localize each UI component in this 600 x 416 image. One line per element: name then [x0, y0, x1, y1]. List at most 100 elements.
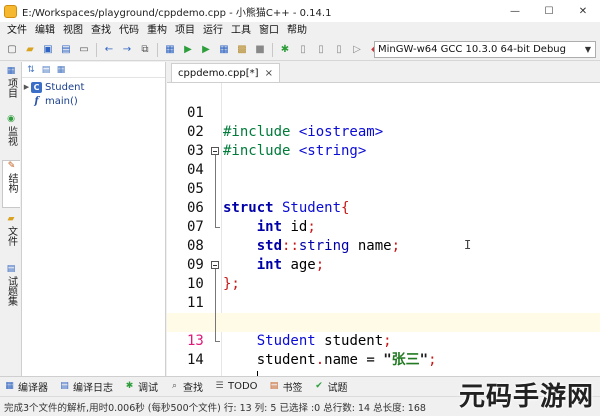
minimize-button[interactable]: — [498, 0, 532, 22]
debug-icon[interactable]: ✱ [278, 43, 292, 57]
code-line: 02 #include <string> [167, 104, 600, 159]
problem-set-icon: ▤ [6, 264, 16, 274]
fold-guide [211, 275, 219, 294]
tab-compile-log[interactable]: ▤ 编译日志 [59, 379, 113, 394]
fold-end [211, 332, 220, 351]
tab-watch[interactable]: ◉ 监视 [2, 114, 20, 154]
class-icon: C [31, 81, 42, 93]
app-logo-icon [4, 4, 17, 18]
code-line: 11 Student student; [167, 275, 600, 349]
menu-view[interactable]: 视图 [59, 22, 87, 39]
tree-item-label: Student [45, 81, 85, 93]
compiler-icon: ▦ [5, 381, 14, 391]
back-arrow-icon[interactable]: ← [102, 43, 116, 57]
left-side-tabs: ▦ 项目 ◉ 监视 ✎ 结构 ▰ 文件 ▤ 试题集 [0, 62, 22, 376]
toolbar-divider [157, 42, 158, 57]
status-text: 完成3个文件的解析,用时0.006秒 (每秒500个文件) 行: 13 列: 5… [4, 402, 426, 414]
tab-project-label: 项目 [5, 78, 17, 98]
menu-code[interactable]: 代码 [115, 22, 143, 39]
menu-help[interactable]: 帮助 [283, 22, 311, 39]
menu-tools[interactable]: 工具 [227, 22, 255, 39]
tab-label: 调试 [138, 383, 158, 394]
menu-run[interactable]: 运行 [199, 22, 227, 39]
tree-item-label: main() [45, 95, 78, 107]
tab-cppdemo[interactable]: cppdemo.cpp[*] × [171, 63, 280, 82]
fold-toggle-icon[interactable] [211, 142, 219, 161]
menu-refactor[interactable]: 重构 [143, 22, 171, 39]
toolbar-divider [272, 42, 273, 57]
step-out-icon[interactable]: ▯ [332, 43, 346, 57]
maximize-button[interactable]: ☐ [532, 0, 566, 22]
watermark-logo: 元码手游网 [458, 382, 594, 412]
tab-structure[interactable]: ✎ 结构 [2, 160, 20, 208]
new-file-icon[interactable]: ▢ [5, 43, 19, 57]
fold-guide [211, 180, 219, 199]
function-icon: f [34, 95, 39, 107]
compiler-select[interactable]: MinGW-w64 GCC 10.3.0 64-bit Debug ▼ [374, 41, 596, 58]
tab-project[interactable]: ▦ 项目 [2, 66, 20, 106]
menu-edit[interactable]: 编辑 [31, 22, 59, 39]
tab-search[interactable]: ⌕ 查找 [169, 379, 203, 394]
tab-label: 查找 [183, 383, 203, 394]
continue-icon[interactable]: ▷ [350, 43, 364, 57]
code-line: 10 int main() { [167, 256, 600, 330]
tab-label: 编译器 [18, 383, 48, 394]
editor-area: cppdemo.cpp[*] × 01 #include <iostream> … [167, 62, 600, 406]
save-icon[interactable]: ▣ [41, 43, 55, 57]
print-icon[interactable]: ▭ [77, 43, 91, 57]
compile-run-icon[interactable]: ▶ [199, 43, 213, 57]
code-text: student.name = "张三"; [256, 352, 437, 368]
show-inherited-icon[interactable]: ▦ [55, 64, 67, 76]
tab-problem-set[interactable]: ▤ 试题集 [2, 264, 20, 324]
code-line: 14 } [167, 332, 600, 406]
search-icon: ⌕ [171, 381, 178, 391]
compiler-select-value: MinGW-w64 GCC 10.3.0 64-bit Debug [378, 44, 566, 55]
code-line: 09 [167, 237, 600, 273]
editor-tab-bar: cppdemo.cpp[*] × [167, 62, 600, 83]
stop-icon[interactable]: ■ [253, 43, 267, 57]
tab-compiler[interactable]: ▦ 编译器 [4, 379, 48, 394]
forward-arrow-icon[interactable]: → [120, 43, 134, 57]
copy-icon[interactable]: ⧉ [138, 43, 152, 57]
rebuild-icon[interactable]: ▦ [217, 43, 231, 57]
tab-todo[interactable]: ☰ TODO [214, 381, 258, 392]
step-into-icon[interactable]: ▯ [314, 43, 328, 57]
open-folder-icon[interactable]: ▰ [23, 43, 37, 57]
step-over-icon[interactable]: ▯ [296, 43, 310, 57]
window-title: E:/Workspaces/playground/cppdemo.cpp - 小… [22, 7, 332, 19]
clean-icon[interactable]: ▩ [235, 43, 249, 57]
project-icon: ▦ [6, 66, 16, 76]
tab-label: TODO [228, 381, 258, 392]
menu-project[interactable]: 项目 [171, 22, 199, 39]
bookmark-icon: ▤ [269, 381, 279, 391]
save-all-icon[interactable]: ▤ [59, 43, 73, 57]
tab-files[interactable]: ▰ 文件 [2, 214, 20, 258]
line-number: 14 [187, 352, 204, 368]
close-button[interactable]: ✕ [566, 0, 600, 22]
sort-alpha-icon[interactable]: ⇅ [25, 64, 37, 76]
tab-close-icon[interactable]: × [265, 68, 273, 79]
tab-label: 编译日志 [73, 383, 113, 394]
expand-arrow-icon[interactable]: ▶ [22, 83, 31, 91]
tab-bookmarks[interactable]: ▤ 书签 [269, 379, 303, 394]
sort-type-icon[interactable]: ▤ [40, 64, 52, 76]
compile-icon[interactable]: ▦ [163, 43, 177, 57]
code-line: 04 struct Student{ [167, 142, 600, 216]
fold-guide [211, 294, 219, 313]
tree-item-main[interactable]: f main() [22, 94, 165, 108]
menu-file[interactable]: 文件 [3, 22, 31, 39]
window-controls: — ☐ ✕ [498, 0, 600, 22]
fold-toggle-icon[interactable] [211, 256, 219, 275]
debug-icon: ✱ [125, 381, 134, 391]
code-editor[interactable]: 01 #include <iostream> 02 #include <stri… [167, 83, 600, 406]
tab-debug[interactable]: ✱ 调试 [124, 379, 158, 394]
folder-icon: ▰ [7, 214, 15, 224]
class-browser-toolbar: ⇅ ▤ ▦ [22, 62, 165, 78]
tab-problem[interactable]: ✔ 试题 [314, 379, 347, 394]
run-icon[interactable]: ▶ [181, 43, 195, 57]
app-window: E:/Workspaces/playground/cppdemo.cpp - 小… [0, 0, 600, 416]
tree-item-student[interactable]: ▶ C Student [22, 80, 165, 94]
menu-window[interactable]: 窗口 [255, 22, 283, 39]
code-line: 07 int age; [167, 199, 600, 273]
menu-search[interactable]: 查找 [87, 22, 115, 39]
